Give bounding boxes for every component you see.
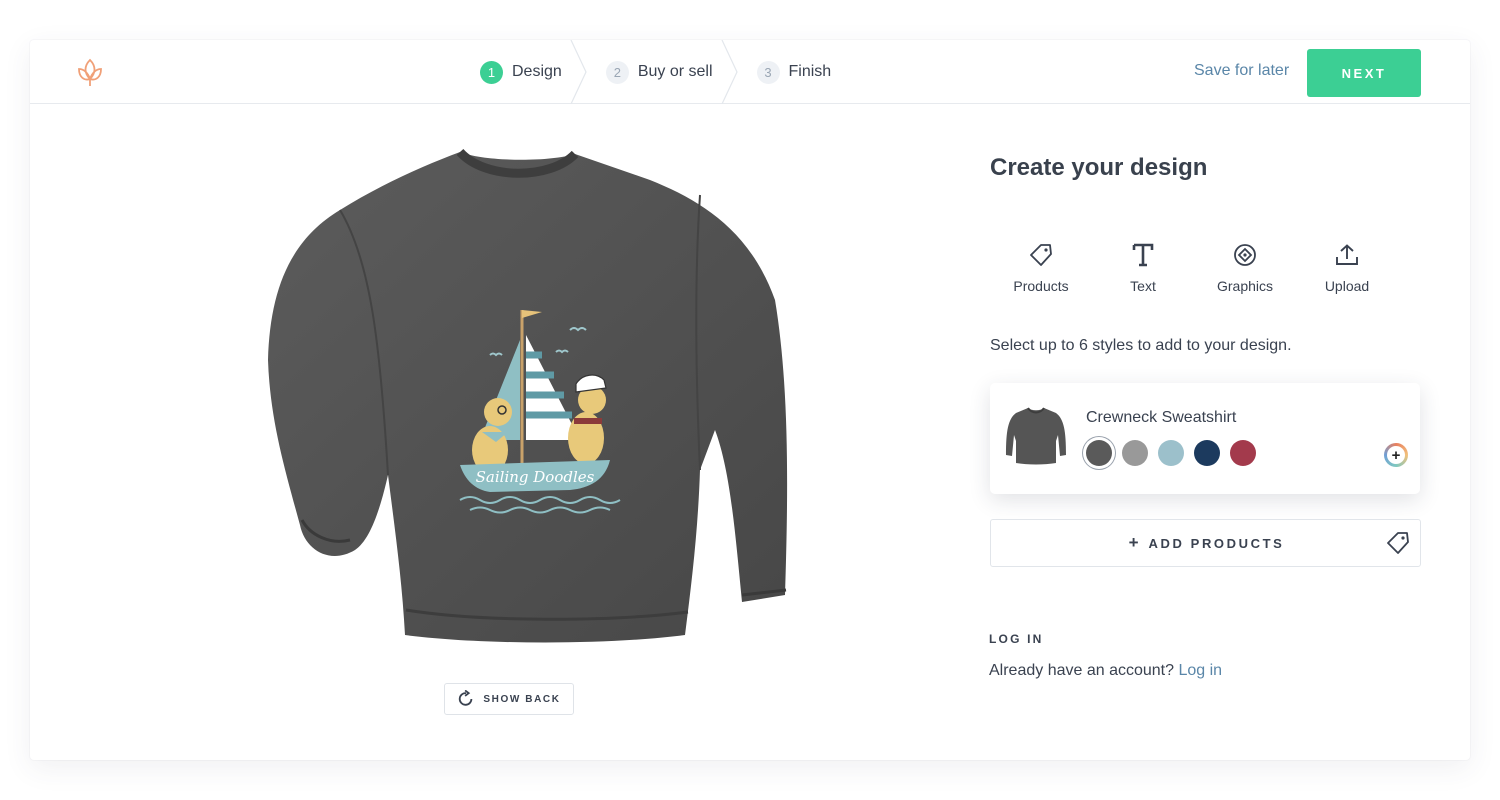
- color-swatch[interactable]: [1230, 440, 1256, 466]
- upload-icon: [1336, 244, 1358, 265]
- login-heading: LOG IN: [989, 632, 1044, 646]
- leaf-logo-icon[interactable]: [76, 57, 104, 89]
- tool-upload[interactable]: Upload: [1296, 240, 1398, 294]
- step-label: Finish: [788, 63, 832, 80]
- step-finish[interactable]: 3 Finish: [756, 40, 832, 104]
- save-for-later-link[interactable]: Save for later: [1194, 62, 1289, 80]
- sweatshirt-thumbnail: [1006, 407, 1066, 465]
- show-back-label: SHOW BACK: [483, 693, 561, 705]
- step-label: Buy or sell: [637, 63, 713, 80]
- tool-graphics[interactable]: Graphics: [1194, 240, 1296, 294]
- step-design[interactable]: 1 Design: [480, 40, 562, 104]
- color-swatches: [1086, 440, 1256, 466]
- color-swatch[interactable]: [1194, 440, 1220, 466]
- tag-icon: [1030, 244, 1052, 266]
- login-prompt: Already have an account?: [989, 662, 1175, 679]
- add-color-button[interactable]: +: [1384, 443, 1408, 467]
- color-swatch[interactable]: [1122, 440, 1148, 466]
- tag-icon: [1387, 532, 1409, 554]
- design-card: 1 Design 2 Buy or sell 3 Finish Save for…: [30, 40, 1470, 760]
- progress-steps: 1 Design 2 Buy or sell 3 Finish: [480, 40, 831, 104]
- svg-text:Sailing Doodles: Sailing Doodles: [476, 468, 595, 486]
- step-label: Design: [512, 63, 562, 80]
- step-separator-chevron-icon: [720, 40, 738, 104]
- step-separator-chevron-icon: [570, 40, 587, 104]
- step-number: 2: [605, 60, 629, 84]
- sweatshirt-preview-image: Sailing Doodles: [268, 148, 788, 643]
- graphics-icon: [1234, 244, 1256, 266]
- plus-icon: +: [1387, 446, 1405, 464]
- styles-hint: Select up to 6 styles to add to your des…: [990, 337, 1292, 354]
- design-tools: Products Text Graphics Upload: [990, 240, 1398, 294]
- color-swatch[interactable]: [1158, 440, 1184, 466]
- panel-title: Create your design: [990, 154, 1208, 181]
- next-button[interactable]: NEXT: [1307, 49, 1421, 97]
- plus-icon: +: [1128, 533, 1139, 552]
- product-card: Crewneck Sweatshirt +: [990, 383, 1420, 494]
- color-swatch[interactable]: [1086, 440, 1112, 466]
- tool-label: Products: [1013, 278, 1069, 294]
- show-back-button[interactable]: SHOW BACK: [444, 683, 574, 715]
- tool-label: Upload: [1324, 278, 1370, 294]
- step-buy-or-sell[interactable]: 2 Buy or sell: [605, 40, 713, 104]
- text-icon: [1132, 243, 1154, 267]
- step-number: 1: [480, 60, 503, 84]
- add-products-label: ADD PRODUCTS: [1148, 535, 1285, 551]
- add-products-button[interactable]: + ADD PRODUCTS: [990, 519, 1421, 567]
- tool-label: Text: [1130, 278, 1156, 294]
- top-bar: 1 Design 2 Buy or sell 3 Finish Save for…: [30, 40, 1470, 104]
- login-prompt-line: Already have an account? Log in: [989, 662, 1222, 680]
- product-name: Crewneck Sweatshirt: [1086, 409, 1237, 426]
- tool-text[interactable]: Text: [1092, 240, 1194, 294]
- tool-label: Graphics: [1216, 278, 1274, 294]
- tool-products[interactable]: Products: [990, 240, 1092, 294]
- login-link[interactable]: Log in: [1178, 662, 1222, 679]
- step-number: 3: [756, 60, 780, 84]
- rotate-icon: [459, 690, 473, 706]
